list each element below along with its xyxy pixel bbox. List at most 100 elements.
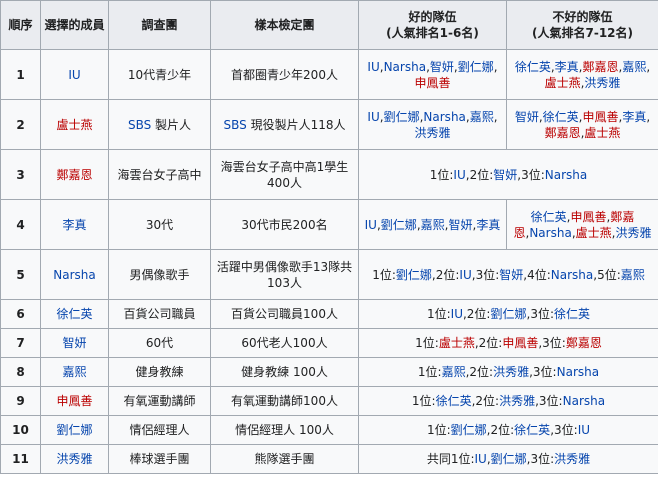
member-link[interactable]: 劉仁娜: [491, 452, 527, 466]
member-link[interactable]: 智妍: [515, 110, 539, 124]
header-good-team: 好的隊伍 (人氣排名1-6名): [358, 0, 507, 50]
member-link[interactable]: 智妍: [493, 168, 517, 182]
member-link[interactable]: 李真: [555, 60, 579, 74]
member-link[interactable]: 洪秀雅: [56, 452, 92, 466]
member-link[interactable]: IU: [451, 307, 463, 321]
cell-text: ,2位:: [462, 307, 491, 321]
member-link[interactable]: 洪秀雅: [499, 394, 535, 408]
member-link[interactable]: 徐仁英: [56, 307, 92, 321]
order-cell: 6: [0, 299, 41, 329]
cell-text: ,4位:: [523, 267, 551, 282]
member-link[interactable]: 徐仁英: [554, 307, 590, 321]
cell-text: 海雲台女子高中: [117, 167, 202, 182]
member-link[interactable]: IU: [475, 452, 487, 466]
member-link[interactable]: 洪秀雅: [615, 226, 651, 240]
member-link[interactable]: 嘉熙: [442, 365, 466, 379]
cell-text: 共同1位:: [426, 452, 475, 466]
member-link[interactable]: 盧士燕: [584, 126, 620, 140]
cell-text: 30代: [145, 217, 174, 232]
member-cell: 盧士燕: [40, 99, 109, 150]
member-link[interactable]: 洪秀雅: [414, 126, 450, 140]
sample-cell: 熊隊選手團: [210, 444, 359, 474]
member-link[interactable]: 嘉熙: [421, 218, 445, 232]
table-row: 4 李真 30代 30代市民200名 IU,劉仁娜,嘉熙,智妍,李真 徐仁英,申鳳善,鄭嘉…: [0, 199, 658, 250]
member-link[interactable]: IU: [68, 68, 80, 82]
member-link[interactable]: 鄭嘉恩: [566, 336, 602, 350]
table-row: 10 劉仁娜 情侶經理人 情侶經理人 100人 1位:劉仁娜,2位:徐仁英,3位:IU: [0, 415, 658, 445]
survey-cell: 海雲台女子高中: [108, 149, 211, 200]
table-row: 11 洪秀雅 棒球選手團 熊隊選手團 共同1位:IU,劉仁娜,3位:洪秀雅: [0, 444, 658, 474]
member-cell: 李真: [40, 199, 109, 250]
ranking-cell: 1位:IU,2位:劉仁娜,3位:徐仁英: [358, 299, 658, 329]
member-link[interactable]: 盧士燕: [545, 76, 581, 90]
member-link[interactable]: IU: [367, 110, 379, 124]
member-link[interactable]: 李真: [622, 110, 646, 124]
member-link[interactable]: 徐仁英: [543, 110, 579, 124]
member-link[interactable]: 李真: [476, 218, 500, 232]
order-cell: 8: [0, 357, 41, 387]
order-cell: 1: [0, 49, 41, 100]
member-link[interactable]: IU: [367, 60, 379, 74]
member-link[interactable]: Narsha: [529, 226, 571, 240]
cell-text: ,3位:: [538, 336, 566, 350]
member-link[interactable]: IU: [459, 268, 471, 282]
member-link[interactable]: 洪秀雅: [554, 452, 590, 466]
member-link[interactable]: 鄭嘉恩: [545, 126, 581, 140]
member-link[interactable]: IU: [453, 168, 465, 182]
member-link[interactable]: 嘉熙: [622, 60, 646, 74]
member-link[interactable]: Narsha: [557, 365, 599, 379]
member-link[interactable]: 李真: [62, 218, 86, 232]
member-link[interactable]: 智妍: [62, 336, 86, 350]
member-link[interactable]: Narsha: [384, 60, 426, 74]
sample-cell: 健身教練 100人: [210, 357, 359, 387]
member-link[interactable]: Narsha: [53, 268, 95, 282]
cell-text: ,2位:: [474, 336, 503, 350]
member-link[interactable]: 盧士燕: [576, 226, 612, 240]
member-link[interactable]: 盧士燕: [56, 118, 92, 132]
good-team-cell: IU,Narsha,智妍,劉仁娜,申鳳善: [358, 49, 507, 100]
cell-text: 1位:: [426, 423, 451, 437]
member-link[interactable]: 盧士燕: [439, 336, 475, 350]
survey-cell: SBS 製片人: [108, 99, 211, 150]
member-link[interactable]: 申鳳善: [56, 394, 92, 408]
member-link[interactable]: Narsha: [545, 168, 587, 182]
member-link[interactable]: 劉仁娜: [56, 423, 92, 437]
member-link[interactable]: 智妍: [430, 60, 454, 74]
survey-cell: 健身教練: [108, 357, 211, 387]
member-link[interactable]: 智妍: [448, 218, 472, 232]
table-row: 9 申鳳善 有氧運動講師 有氧運動講師100人 1位:徐仁英,2位:洪秀雅,3位:Nar…: [0, 386, 658, 416]
member-link[interactable]: 嘉熙: [62, 365, 86, 379]
sample-cell: 情侶經理人 100人: [210, 415, 359, 445]
member-link[interactable]: 鄭嘉恩: [56, 168, 92, 182]
member-link[interactable]: 劉仁娜: [396, 268, 432, 282]
member-link[interactable]: 申鳳善: [583, 110, 619, 124]
member-link[interactable]: 申鳳善: [502, 336, 538, 350]
member-link[interactable]: 申鳳善: [570, 210, 606, 224]
cell-text: 棒球選手團: [129, 452, 190, 466]
header-sample: 樣本檢定團: [210, 0, 359, 50]
member-link[interactable]: SBS: [224, 118, 247, 132]
member-link[interactable]: Narsha: [423, 110, 465, 124]
member-link[interactable]: 智妍: [499, 268, 523, 282]
member-link[interactable]: 洪秀雅: [493, 365, 529, 379]
member-link[interactable]: 劉仁娜: [384, 110, 420, 124]
member-link[interactable]: 嘉熙: [470, 110, 494, 124]
member-link[interactable]: IU: [365, 218, 377, 232]
member-link[interactable]: 鄭嘉恩: [583, 60, 619, 74]
member-link[interactable]: 劉仁娜: [451, 423, 487, 437]
member-link[interactable]: 劉仁娜: [458, 60, 494, 74]
member-link[interactable]: 劉仁娜: [381, 218, 417, 232]
member-link[interactable]: Narsha: [563, 394, 605, 408]
member-link[interactable]: 嘉熙: [621, 268, 645, 282]
sample-cell: 首都圈青少年200人: [210, 49, 359, 100]
member-link[interactable]: 徐仁英: [515, 60, 551, 74]
member-link[interactable]: 申鳳善: [414, 76, 450, 90]
member-link[interactable]: Narsha: [551, 268, 593, 282]
member-link[interactable]: SBS: [128, 118, 151, 132]
member-link[interactable]: 洪秀雅: [584, 76, 620, 90]
member-link[interactable]: 劉仁娜: [490, 307, 526, 321]
member-link[interactable]: 徐仁英: [436, 394, 472, 408]
member-link[interactable]: 徐仁英: [531, 210, 567, 224]
member-link[interactable]: IU: [578, 423, 590, 437]
member-link[interactable]: 徐仁英: [514, 423, 550, 437]
